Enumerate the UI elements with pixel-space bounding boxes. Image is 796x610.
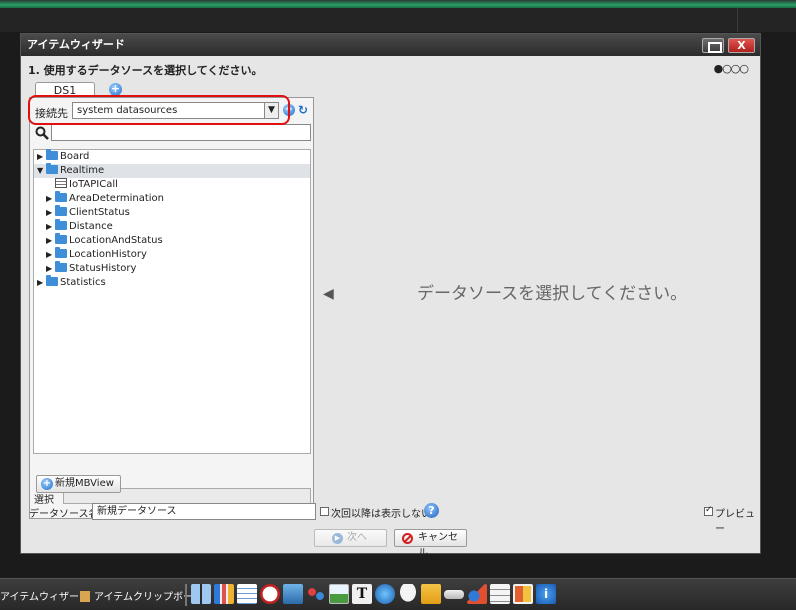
panel-icon[interactable] bbox=[513, 584, 533, 604]
top-bar-divider bbox=[737, 8, 738, 32]
tree-item-locationhistory[interactable]: ▶ LocationHistory bbox=[46, 247, 147, 262]
cancel-button-label: キャンセル bbox=[418, 532, 458, 559]
tree-item-board[interactable]: ▶ Board bbox=[37, 149, 90, 164]
datasource-name-input[interactable]: 新規データソース bbox=[92, 503, 316, 520]
new-mbview-button[interactable]: + 新規MBView bbox=[36, 475, 121, 493]
tree-item-label: StatusHistory bbox=[69, 263, 137, 274]
folder-icon bbox=[55, 233, 67, 244]
top-accent-strip bbox=[0, 0, 796, 8]
globe-icon[interactable] bbox=[375, 584, 395, 604]
shapes-icon[interactable] bbox=[467, 584, 487, 604]
bar-chart-icon[interactable] bbox=[214, 584, 234, 604]
expand-arrow-icon[interactable]: ▶ bbox=[46, 206, 55, 220]
tree-item-realtime[interactable]: ▼ Realtime bbox=[37, 163, 105, 178]
help-icon[interactable]: ? bbox=[424, 503, 439, 518]
taskbar: アイテムウィザード アイテムクリップボード T i bbox=[0, 578, 796, 610]
tree-item-label: LocationAndStatus bbox=[69, 235, 163, 246]
window-title: アイテムウィザード bbox=[27, 38, 125, 51]
expand-arrow-icon[interactable]: ▶ bbox=[46, 192, 55, 206]
preview-label: プレビュー bbox=[715, 509, 755, 535]
table-icon bbox=[55, 178, 67, 188]
datasource-name-label: データソース名 bbox=[29, 509, 99, 520]
skip-next-time-checkbox[interactable] bbox=[320, 507, 329, 516]
tree-item-areadetermination[interactable]: ▶ AreaDetermination bbox=[46, 191, 165, 206]
folder-icon bbox=[55, 191, 67, 202]
expand-arrow-icon[interactable]: ▶ bbox=[46, 234, 55, 248]
folder-icon bbox=[46, 275, 58, 286]
tree-item-label: ClientStatus bbox=[69, 207, 130, 218]
folder-open-icon bbox=[46, 163, 58, 174]
folder-icon bbox=[55, 219, 67, 230]
collapse-arrow-icon[interactable]: ▼ bbox=[37, 164, 46, 178]
tree-item-label: AreaDetermination bbox=[69, 193, 165, 204]
folder-icon bbox=[55, 261, 67, 272]
cancel-icon bbox=[402, 533, 413, 544]
chat-icon[interactable] bbox=[398, 584, 418, 604]
selection-label: 選択 bbox=[34, 495, 54, 506]
folder-icon bbox=[46, 149, 58, 160]
tree-item-label: Distance bbox=[69, 221, 113, 232]
tree-item-iotapicall[interactable]: IoTAPICall bbox=[55, 178, 118, 192]
taskbar-item-wizard[interactable]: アイテムウィザード bbox=[0, 588, 89, 603]
next-button[interactable]: ▶ 次へ bbox=[314, 529, 387, 547]
button-icon[interactable] bbox=[444, 590, 464, 599]
step-indicator: ●○○○ bbox=[713, 62, 749, 75]
datasource-pane: 接続先 system datasources ▼ + ↻ ▶ Board ▼ Rea… bbox=[29, 97, 314, 519]
select-datasource-message: データソースを選択してください。 bbox=[417, 284, 688, 304]
clock-icon[interactable] bbox=[260, 584, 280, 604]
tree-item-label: Realtime bbox=[60, 165, 105, 176]
text-icon[interactable]: T bbox=[352, 584, 372, 604]
tree-item-statushistory[interactable]: ▶ StatusHistory bbox=[46, 261, 137, 276]
expand-arrow-icon[interactable]: ▶ bbox=[46, 248, 55, 262]
taskbar-divider bbox=[185, 584, 187, 606]
tree-item-label: IoTAPICall bbox=[69, 179, 118, 190]
info-icon[interactable]: i bbox=[536, 584, 556, 604]
folder-icon bbox=[55, 247, 67, 258]
preview-checkbox[interactable] bbox=[704, 505, 713, 516]
connection-highlight-box bbox=[28, 95, 290, 125]
expand-arrow-icon[interactable]: ▶ bbox=[46, 220, 55, 234]
next-button-label: 次へ bbox=[347, 532, 367, 543]
expand-arrow-icon[interactable]: ▶ bbox=[37, 150, 46, 164]
step-title: 1. 使用するデータソースを選択してください。 bbox=[28, 64, 263, 77]
next-arrow-icon: ▶ bbox=[332, 533, 343, 544]
folder-icon bbox=[55, 205, 67, 216]
tree-item-distance[interactable]: ▶ Distance bbox=[46, 219, 113, 234]
arrow-left-icon: ◀ bbox=[323, 286, 334, 302]
tree-item-label: Statistics bbox=[60, 277, 106, 288]
expand-arrow-icon[interactable]: ▶ bbox=[46, 262, 55, 276]
maximize-button[interactable] bbox=[702, 38, 724, 53]
tree-item-locationandstatus[interactable]: ▶ LocationAndStatus bbox=[46, 233, 163, 248]
search-icon bbox=[35, 126, 49, 140]
image-icon[interactable] bbox=[283, 584, 303, 604]
datasource-tree: ▶ Board ▼ Realtime IoTAPICall ▶ AreaDetermi… bbox=[33, 149, 311, 454]
grid-icon[interactable] bbox=[237, 584, 257, 604]
search-input[interactable] bbox=[51, 124, 311, 141]
expand-arrow-icon[interactable]: ▶ bbox=[37, 276, 46, 290]
window-titlebar: アイテムウィザード bbox=[21, 34, 760, 56]
top-bar bbox=[0, 8, 796, 32]
close-button[interactable]: X bbox=[728, 38, 755, 53]
clipboard-icon bbox=[80, 591, 90, 602]
tree-item-clientstatus[interactable]: ▶ ClientStatus bbox=[46, 205, 130, 220]
tree-item-label: Board bbox=[60, 151, 90, 162]
picture-icon[interactable] bbox=[329, 584, 349, 604]
new-mbview-label: 新規MBView bbox=[55, 478, 114, 489]
cancel-button[interactable]: キャンセル bbox=[394, 529, 467, 559]
network-icon[interactable] bbox=[306, 584, 326, 604]
form-icon[interactable] bbox=[490, 584, 510, 604]
skip-next-time-label: 次回以降は表示しない bbox=[331, 509, 431, 520]
tree-item-label: LocationHistory bbox=[69, 249, 147, 260]
folder-icon[interactable] bbox=[421, 584, 441, 604]
plus-icon: + bbox=[41, 478, 53, 490]
layout-icon[interactable] bbox=[191, 584, 211, 604]
refresh-icon[interactable]: ↻ bbox=[298, 104, 310, 116]
tree-item-statistics[interactable]: ▶ Statistics bbox=[37, 275, 106, 290]
